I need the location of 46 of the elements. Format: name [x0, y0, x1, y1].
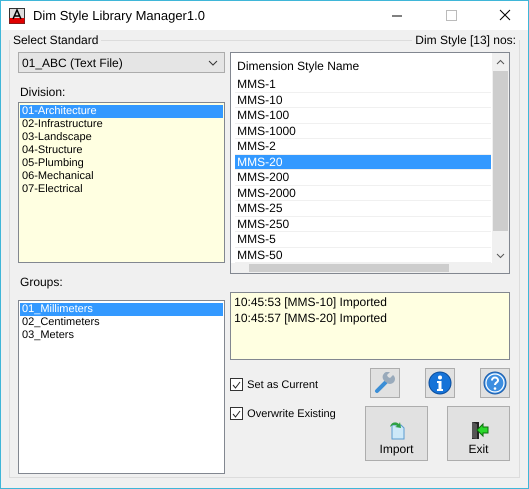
style-row[interactable]: MMS-100: [235, 108, 491, 124]
style-row[interactable]: MMS-25: [235, 201, 491, 216]
style-row[interactable]: MMS-1: [235, 77, 491, 92]
scroll-up-icon[interactable]: [496, 59, 505, 65]
check-icon: [232, 380, 242, 388]
window-title: Dim Style Library Manager1.0: [33, 8, 206, 23]
help-icon: [483, 371, 507, 395]
wrench-icon: [374, 372, 396, 394]
log-line: 10:45:53 [MMS-10] Imported: [234, 294, 388, 310]
log-line: 10:45:57 [MMS-20] Imported: [234, 310, 388, 326]
groups-label: Groups:: [20, 275, 64, 289]
division-item[interactable]: 04-Structure: [20, 144, 224, 157]
info-icon: [428, 371, 452, 395]
settings-button[interactable]: [370, 368, 400, 398]
exit-button[interactable]: Exit: [447, 406, 510, 461]
division-item[interactable]: 02-Infrastructure: [20, 118, 224, 131]
style-row[interactable]: MMS-2000: [235, 186, 491, 201]
style-row[interactable]: MMS-10: [235, 92, 491, 108]
info-button[interactable]: [425, 368, 455, 398]
help-button[interactable]: [480, 368, 510, 398]
checkbox[interactable]: [230, 378, 244, 391]
column-header: Dimension Style Name: [236, 58, 360, 75]
group-item[interactable]: 02_Centimeters: [20, 316, 224, 329]
style-row[interactable]: MMS-200: [235, 170, 491, 186]
group-item[interactable]: 03_Meters: [20, 329, 224, 342]
standard-dropdown[interactable]: 01_ABC (Text File): [18, 52, 226, 73]
standard-label: Select Standard: [10, 33, 102, 47]
style-row[interactable]: MMS-5: [235, 232, 491, 248]
check-icon: [232, 410, 242, 418]
style-row[interactable]: MMS-250: [235, 216, 491, 232]
option-checkbox[interactable]: Overwrite Existing: [230, 407, 365, 420]
division-item[interactable]: 07-Electrical: [20, 183, 224, 196]
chevron-down-icon: [208, 60, 218, 66]
import-button[interactable]: Import: [365, 406, 428, 461]
division-item[interactable]: 05-Plumbing: [20, 157, 224, 170]
horizontal-scrollbar[interactable]: [231, 263, 509, 273]
division-item[interactable]: 06-Mechanical: [20, 170, 224, 183]
app-logo-icon: [9, 8, 25, 24]
division-item[interactable]: 03-Landscape: [20, 131, 224, 144]
checkbox[interactable]: [230, 407, 244, 420]
division-label: Division:: [20, 85, 66, 99]
scroll-down-icon[interactable]: [496, 253, 505, 259]
style-row[interactable]: MMS-1000: [235, 124, 491, 139]
vertical-scrollbar[interactable]: [492, 53, 509, 263]
style-count-label: Dim Style [13] nos:: [412, 33, 519, 47]
option-checkbox[interactable]: Set as Current: [230, 378, 365, 391]
